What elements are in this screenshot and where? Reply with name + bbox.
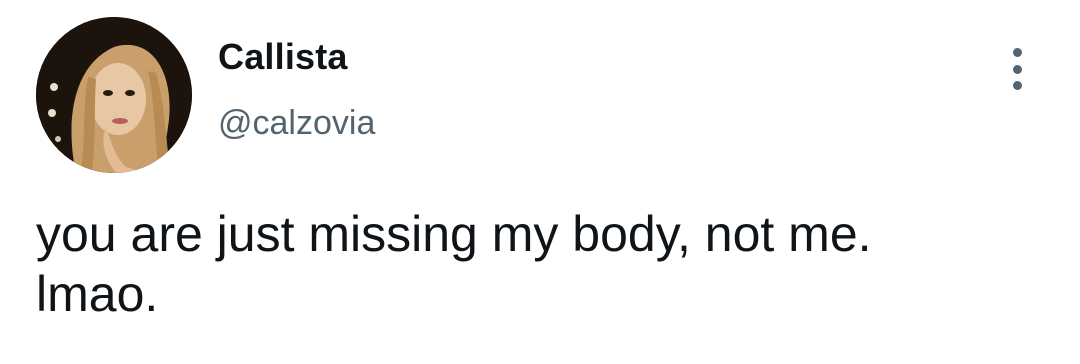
menu-dot	[1012, 48, 1022, 57]
menu-dot	[1012, 81, 1022, 90]
menu-dot	[1012, 64, 1022, 74]
tweet-card: Callista @calzovia you are just missing …	[0, 0, 1080, 364]
more-vertical-icon[interactable]	[1000, 44, 1034, 94]
tweet-text: you are just missing my body, not me. lm…	[36, 206, 872, 322]
user-handle[interactable]: @calzovia	[218, 104, 375, 143]
avatar-image	[36, 17, 192, 173]
avatar[interactable]	[36, 17, 192, 173]
display-name[interactable]: Callista	[218, 36, 348, 78]
